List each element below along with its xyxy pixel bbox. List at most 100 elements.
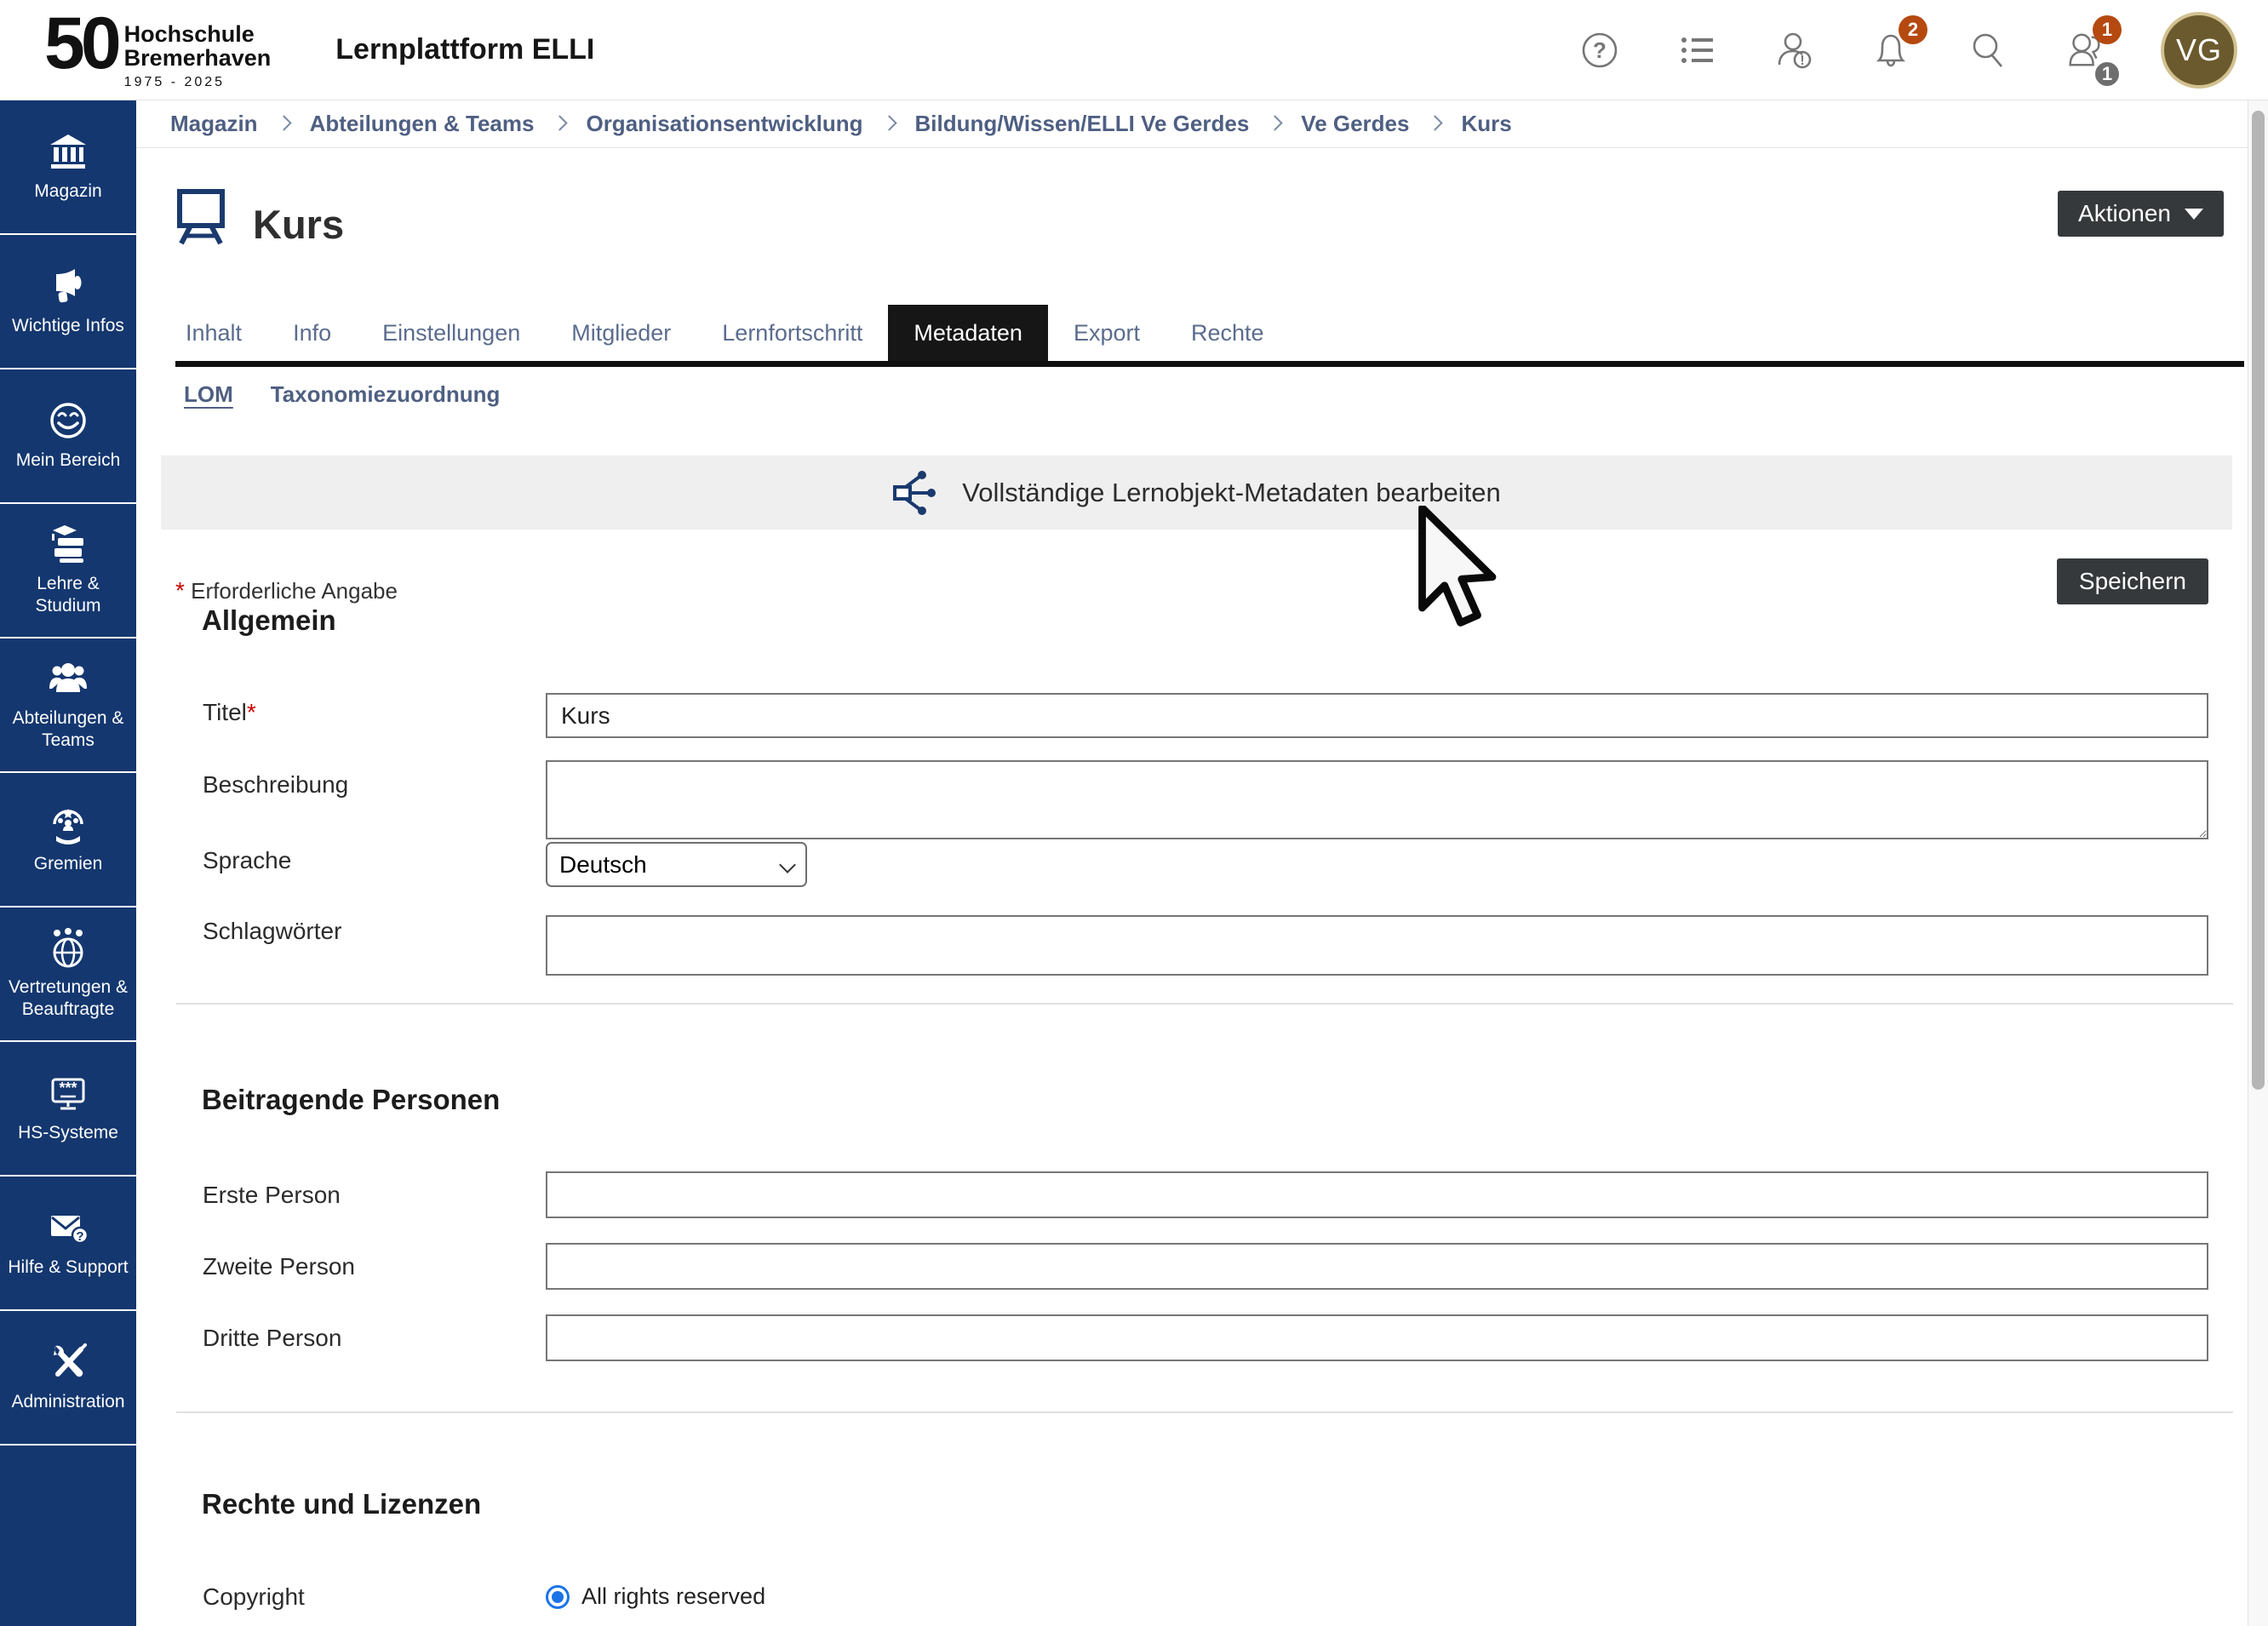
mail-question-icon: ? [48, 1207, 89, 1248]
avatar[interactable]: VG [2161, 12, 2237, 89]
speichern-button[interactable]: Speichern [2057, 558, 2208, 604]
required-note: * Erforderliche Angabe [175, 577, 398, 604]
tab-metadaten[interactable]: Metadaten [888, 305, 1048, 361]
chevron-right-icon [276, 115, 291, 130]
zweite-person-input[interactable] [546, 1243, 2208, 1290]
tab-export[interactable]: Export [1048, 305, 1166, 361]
sidebar-item-administration[interactable]: Administration [0, 1311, 136, 1446]
caret-down-icon [2185, 209, 2203, 220]
monitor-password-icon: *** [48, 1073, 89, 1114]
schlagwoerter-label: Schlagwörter [203, 918, 341, 945]
section-heading-rechte-lizenzen: Rechte und Lizenzen [202, 1488, 481, 1520]
sidebar-item-lehre-studium[interactable]: Lehre & Studium [0, 504, 136, 638]
contacts-new-badge: 1 [2093, 15, 2122, 44]
breadcrumb-item[interactable]: Magazin [170, 111, 258, 137]
section-heading-allgemein: Allgemein [202, 604, 336, 637]
page-scrollbar[interactable] [2248, 100, 2268, 1626]
main-sidebar: Magazin Wichtige Infos Mein Bereich Lehr… [0, 100, 136, 1626]
breadcrumb-item[interactable]: Ve Gerdes [1301, 111, 1409, 137]
tab-rechte[interactable]: Rechte [1166, 305, 1290, 361]
schlagwoerter-input[interactable] [546, 915, 2208, 976]
tab-bar: Inhalt Info Einstellungen Mitglieder Ler… [175, 305, 2244, 367]
logo-line2: Bremerhaven [124, 47, 272, 71]
people-group-icon [48, 658, 89, 699]
scrollbar-thumb[interactable] [2252, 111, 2265, 1090]
chevron-right-icon [1428, 115, 1443, 130]
erste-person-input[interactable] [546, 1171, 2208, 1218]
logo-50-text: 50 [44, 9, 117, 79]
sidebar-item-vertretungen-beauftragte[interactable]: Vertretungen & Beauftragte [0, 907, 136, 1042]
aktionen-button[interactable]: Aktionen [2058, 191, 2224, 237]
committee-icon [48, 804, 89, 844]
tab-inhalt[interactable]: Inhalt [175, 305, 267, 361]
tab-info[interactable]: Info [267, 305, 357, 361]
copyright-radio-selected[interactable] [546, 1585, 570, 1609]
titel-label: Titel* [203, 699, 256, 726]
logo-years: 1975 - 2025 [124, 75, 272, 90]
sidebar-item-hs-systeme[interactable]: *** HS-Systeme [0, 1042, 136, 1177]
breadcrumb-item[interactable]: Kurs [1461, 111, 1511, 137]
breadcrumb: Magazin Abteilungen & Teams Organisation… [136, 100, 2248, 148]
sidebar-item-label: Wichtige Infos [12, 315, 124, 337]
sidebar-item-label: Magazin [34, 180, 101, 203]
breadcrumb-item[interactable]: Organisationsentwicklung [586, 111, 862, 137]
sidebar-item-mein-bereich[interactable]: Mein Bereich [0, 369, 136, 504]
chevron-right-icon [1268, 115, 1283, 130]
sidebar-item-abteilungen-teams[interactable]: Abteilungen & Teams [0, 638, 136, 773]
chevron-right-icon [881, 115, 896, 130]
section-divider [176, 1003, 2233, 1005]
sprache-label: Sprache [203, 847, 291, 874]
titel-input[interactable] [546, 693, 2208, 738]
main-content: Magazin Abteilungen & Teams Organisation… [136, 100, 2248, 1626]
tab-mitglieder[interactable]: Mitglieder [546, 305, 696, 361]
edit-full-metadata-banner[interactable]: Vollständige Lernobjekt-Metadaten bearbe… [161, 455, 2232, 530]
page-title: Kurs [253, 201, 344, 248]
required-asterisk: * [175, 577, 185, 604]
contacts-icon[interactable]: 1 1 [2064, 29, 2106, 72]
hochschule-bremerhaven-logo: 50 Hochschule Bremerhaven 1975 - 2025 [44, 9, 271, 89]
sidebar-item-hilfe-support[interactable]: ? Hilfe & Support [0, 1177, 136, 1311]
subtab-lom[interactable]: LOM [184, 381, 233, 408]
globe-people-icon [48, 927, 89, 968]
sidebar-item-label: Vertretungen & Beauftragte [3, 976, 133, 1022]
section-heading-beitragende-personen: Beitragende Personen [202, 1084, 500, 1116]
sidebar-item-label: Hilfe & Support [8, 1257, 128, 1279]
search-icon[interactable] [1967, 29, 2009, 72]
sidebar-item-wichtige-infos[interactable]: Wichtige Infos [0, 235, 136, 369]
section-divider [176, 1411, 2233, 1413]
radio-dot [552, 1591, 564, 1603]
sprache-select[interactable]: Deutsch [546, 842, 807, 887]
titel-label-text: Titel [203, 699, 247, 725]
notifications-bell-icon[interactable]: 2 [1870, 29, 1912, 72]
user-alert-icon[interactable]: ! [1773, 29, 1815, 72]
dritte-person-input[interactable] [546, 1314, 2208, 1361]
svg-text:***: *** [59, 1079, 77, 1096]
list-menu-icon[interactable] [1675, 29, 1718, 72]
course-easel-icon [174, 187, 228, 249]
breadcrumb-item[interactable]: Abteilungen & Teams [310, 111, 535, 137]
chevron-right-icon [553, 115, 568, 130]
tab-einstellungen[interactable]: Einstellungen [357, 305, 546, 361]
sidebar-item-gremien[interactable]: Gremien [0, 773, 136, 907]
megaphone-icon [48, 266, 89, 306]
zweite-person-label: Zweite Person [203, 1253, 355, 1280]
sidebar-item-label: Mein Bereich [16, 449, 121, 472]
beschreibung-textarea[interactable] [546, 760, 2208, 839]
subtab-taxonomiezuordnung[interactable]: Taxonomiezuordnung [271, 381, 501, 408]
metadata-nodes-icon [892, 471, 940, 515]
breadcrumb-item[interactable]: Bildung/Wissen/ELLI Ve Gerdes [915, 111, 1250, 137]
beschreibung-label: Beschreibung [203, 771, 348, 799]
sidebar-item-label: Gremien [34, 853, 103, 875]
copyright-radio-row: All rights reserved [546, 1583, 765, 1610]
svg-text:!: ! [1800, 54, 1804, 68]
tools-icon [48, 1342, 89, 1383]
erste-person-label: Erste Person [203, 1182, 341, 1209]
landmark-icon [48, 131, 89, 172]
copyright-radio-label: All rights reserved [581, 1583, 765, 1610]
tab-lernfortschritt[interactable]: Lernfortschritt [696, 305, 888, 361]
logo-line1: Hochschule [124, 23, 272, 47]
sidebar-item-magazin[interactable]: Magazin [0, 100, 136, 235]
subtab-bar: LOM Taxonomiezuordnung [184, 381, 500, 408]
help-icon[interactable]: ? [1578, 29, 1621, 72]
notifications-badge: 2 [1899, 15, 1927, 44]
